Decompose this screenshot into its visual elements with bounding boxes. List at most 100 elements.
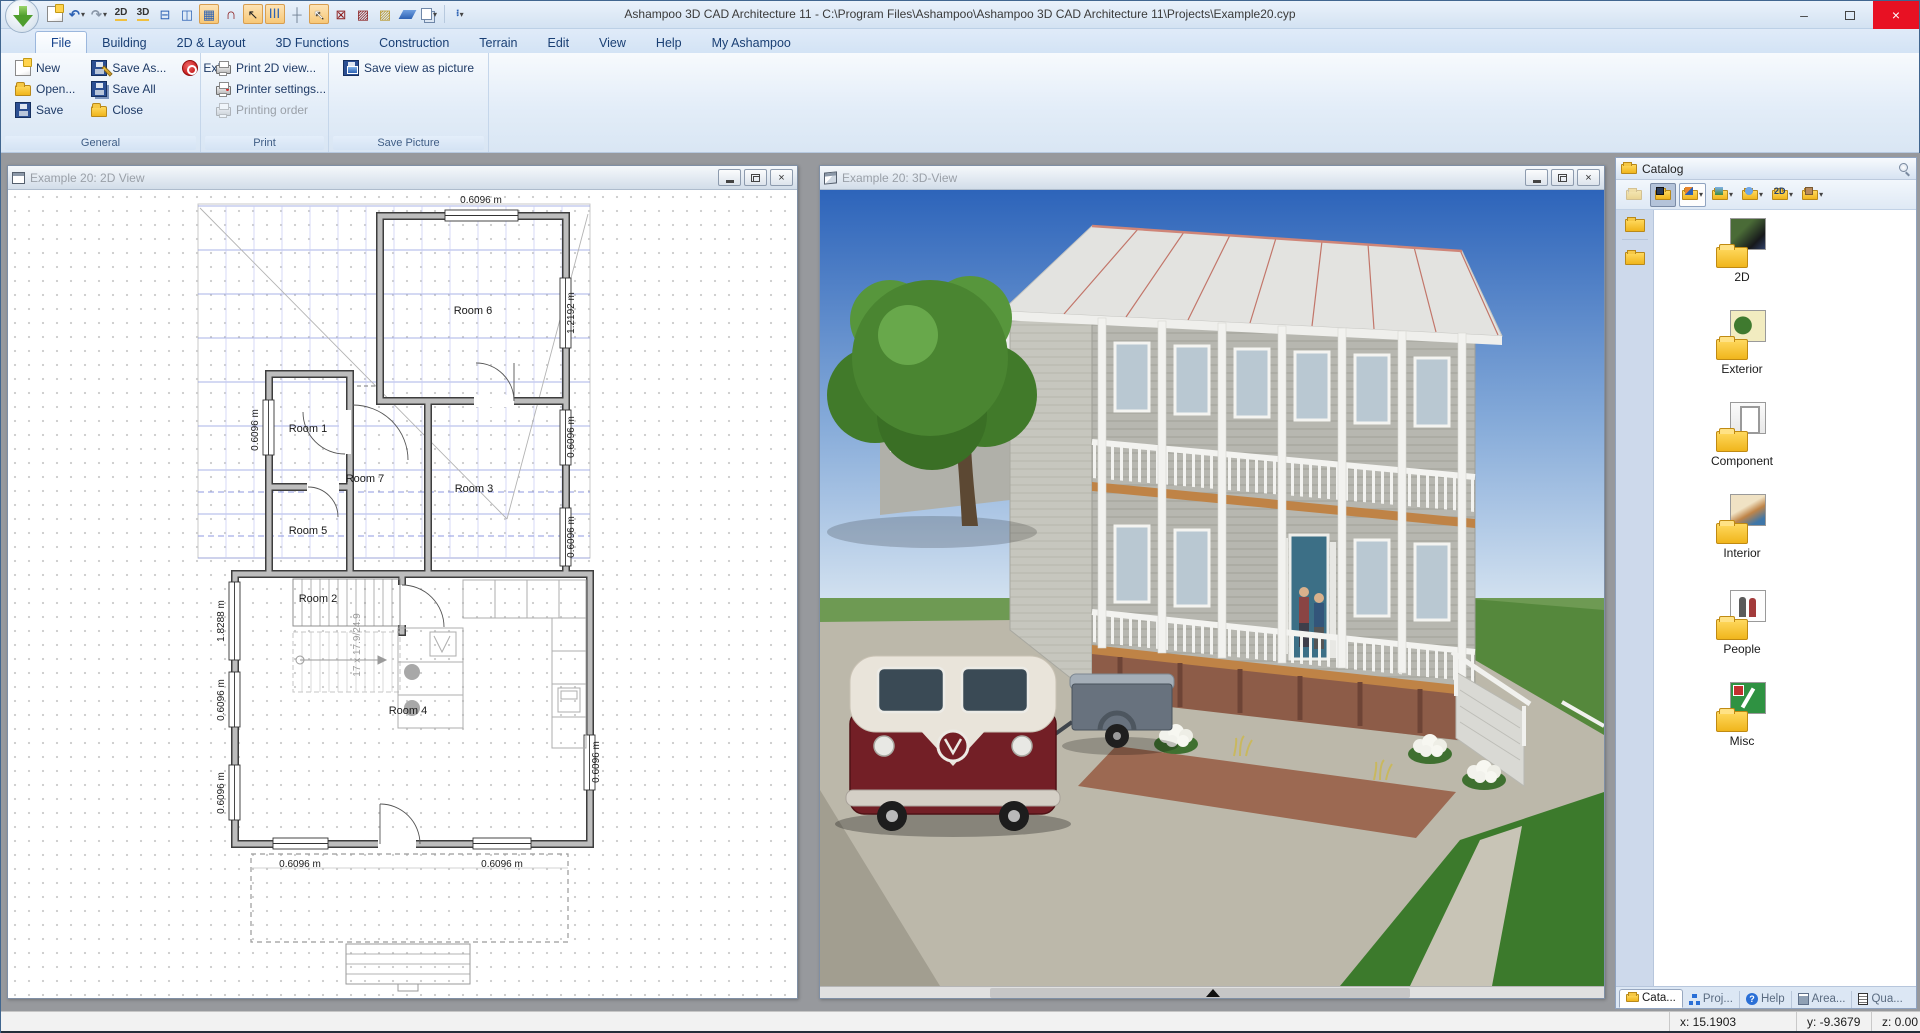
- select-visible-icon[interactable]: ↖: [243, 4, 263, 24]
- 3d-maximize-button[interactable]: [1551, 169, 1574, 186]
- dim-room1-left: 0.6096 m: [250, 409, 261, 451]
- show-2d-catalog-icon[interactable]: 2D▾: [1769, 183, 1796, 207]
- hatch-light-icon[interactable]: ▨: [375, 4, 395, 24]
- tab-construction[interactable]: Construction: [364, 32, 464, 53]
- 3d-close-button[interactable]: ×: [1577, 169, 1600, 186]
- snap-magnet-icon[interactable]: ∩: [221, 4, 241, 24]
- tab-3d-functions[interactable]: 3D Functions: [260, 32, 364, 53]
- catalog-bottom-tabs: Cata... Proj... ?Help Area... Qua...: [1616, 986, 1916, 1008]
- 2d-close-button[interactable]: ×: [770, 169, 793, 186]
- tab-help[interactable]: Help: [641, 32, 697, 53]
- select-cursor-icon[interactable]: ↖: [309, 4, 329, 24]
- close-project-button[interactable]: Close: [85, 99, 172, 120]
- save-as-button[interactable]: Save As...: [85, 57, 172, 78]
- catalog-item-exterior[interactable]: Exterior: [1682, 310, 1802, 376]
- 2d-window-titlebar[interactable]: Example 20: 2D View ×: [8, 166, 797, 190]
- catalog-item-people[interactable]: People: [1682, 590, 1802, 656]
- printer-settings-icon: [215, 81, 231, 97]
- 3d-minimize-button[interactable]: [1525, 169, 1548, 186]
- 2d-canvas[interactable]: Room 6 Room 1 Room 7 Room 3 Room 5 Room …: [8, 190, 797, 998]
- transfer-view-icon[interactable]: ⊠: [331, 4, 351, 24]
- tab-label: Help: [1761, 993, 1785, 1005]
- open-button[interactable]: Open...: [9, 78, 81, 99]
- catalog-group-button-1[interactable]: [1622, 218, 1648, 240]
- scrollbar-thumb[interactable]: [990, 988, 1410, 998]
- room3-label: Room 3: [455, 483, 494, 495]
- search-icon[interactable]: [1898, 162, 1911, 175]
- split-vertical-icon[interactable]: ◫: [177, 4, 197, 24]
- save-view-as-picture-button[interactable]: Save view as picture: [337, 57, 480, 78]
- split-horizontal-icon[interactable]: ⊟: [155, 4, 175, 24]
- scrollbar-marker-icon: [1206, 989, 1220, 997]
- catalog-item-interior[interactable]: Interior: [1682, 494, 1802, 560]
- tab-project[interactable]: Proj...: [1683, 991, 1740, 1008]
- titlebar: ↶▾ ↷▾ 2D 3D ⊟ ◫ ▦ ∩ ↖ ||| ┼ ↖ ⊠ ▨ ▨ ▾ ᎒▾…: [1, 1, 1919, 29]
- tab-label: Proj...: [1703, 993, 1733, 1005]
- tab-label: Qua...: [1871, 993, 1902, 1005]
- quantities-document-icon: [1858, 993, 1868, 1005]
- tab-catalog[interactable]: Cata...: [1619, 989, 1683, 1008]
- tab-quantities[interactable]: Qua...: [1852, 991, 1908, 1008]
- redo-icon[interactable]: ↷▾: [89, 4, 109, 24]
- new-file-icon: [15, 60, 31, 76]
- save-all-button[interactable]: Save All: [85, 78, 172, 99]
- tab-terrain[interactable]: Terrain: [464, 32, 532, 53]
- 2d-minimize-button[interactable]: [718, 169, 741, 186]
- 3d-canvas[interactable]: [820, 190, 1604, 998]
- save-button[interactable]: Save: [9, 99, 81, 120]
- print-2d-view-button[interactable]: Print 2D view...: [209, 57, 332, 78]
- duplicate-view-icon[interactable]: ▾: [419, 4, 439, 24]
- show-textures-catalog-icon[interactable]: ▾: [1709, 183, 1736, 207]
- tab-area[interactable]: Area...: [1792, 991, 1853, 1008]
- tab-view[interactable]: View: [584, 32, 641, 53]
- 3d-scene[interactable]: [820, 190, 1604, 986]
- snap-crosshair-icon[interactable]: ┼: [287, 4, 307, 24]
- new-button[interactable]: New: [9, 57, 81, 78]
- tab-help[interactable]: ?Help: [1740, 991, 1792, 1008]
- printer-settings-button[interactable]: Printer settings...: [209, 78, 332, 99]
- show-materials-catalog-icon[interactable]: ▾: [1739, 183, 1766, 207]
- exit-icon: [182, 60, 198, 76]
- catalog-item-2d[interactable]: 2D: [1682, 218, 1802, 284]
- toolbar-options-icon[interactable]: ᎒▾: [450, 4, 470, 24]
- close-button[interactable]: ×: [1873, 1, 1919, 29]
- 3d-window-titlebar[interactable]: Example 20: 3D-View ×: [820, 166, 1604, 190]
- tab-edit[interactable]: Edit: [533, 32, 585, 53]
- undo-icon[interactable]: ↶▾: [67, 4, 87, 24]
- save-floppy-icon: [15, 102, 31, 118]
- minimize-button[interactable]: –: [1781, 1, 1827, 29]
- app-logo-button[interactable]: [5, 0, 39, 33]
- tab-my-ashampoo[interactable]: My Ashampoo: [697, 32, 806, 53]
- show-rooms-catalog-icon[interactable]: ▾: [1799, 183, 1826, 207]
- catalog-item-misc[interactable]: Misc: [1682, 682, 1802, 748]
- 3d-view-icon[interactable]: 3D: [133, 4, 153, 24]
- floor-plan-drawing[interactable]: Room 6 Room 1 Room 7 Room 3 Room 5 Room …: [8, 190, 797, 998]
- area-calculator-icon: [1798, 993, 1809, 1005]
- catalog-item-component[interactable]: Component: [1682, 402, 1802, 468]
- 2d-window-buttons: ×: [718, 169, 793, 186]
- window-controls: – ×: [1781, 1, 1919, 29]
- toggle-grid-icon[interactable]: ▦: [199, 4, 219, 24]
- catalog-group-button-2[interactable]: [1622, 250, 1648, 272]
- open-folder-icon: [15, 85, 31, 96]
- button-label: Close: [112, 103, 143, 117]
- window-2d-view: Example 20: 2D View ×: [7, 165, 798, 999]
- hatch-dark-icon[interactable]: ▨: [353, 4, 373, 24]
- room1-label: Room 1: [289, 423, 328, 435]
- tab-building[interactable]: Building: [87, 32, 161, 53]
- button-label: New: [36, 61, 60, 75]
- roof-plane-icon[interactable]: [397, 4, 417, 24]
- tab-file[interactable]: File: [35, 31, 87, 53]
- tab-label: Area...: [1812, 993, 1846, 1005]
- vertical-guides-icon[interactable]: |||: [265, 4, 285, 24]
- 2d-view-icon[interactable]: 2D: [111, 4, 131, 24]
- new-document-icon[interactable]: [45, 4, 65, 24]
- restore-button[interactable]: [1827, 1, 1873, 29]
- interior-category-icon: [1716, 494, 1768, 544]
- 3d-horizontal-scrollbar[interactable]: [820, 986, 1604, 998]
- 2d-maximize-button[interactable]: [744, 169, 767, 186]
- show-windows-catalog-icon[interactable]: [1650, 183, 1676, 207]
- printing-order-icon: [215, 102, 231, 118]
- tab-2d-layout[interactable]: 2D & Layout: [162, 32, 261, 53]
- show-objects-catalog-icon[interactable]: ▾: [1679, 183, 1706, 207]
